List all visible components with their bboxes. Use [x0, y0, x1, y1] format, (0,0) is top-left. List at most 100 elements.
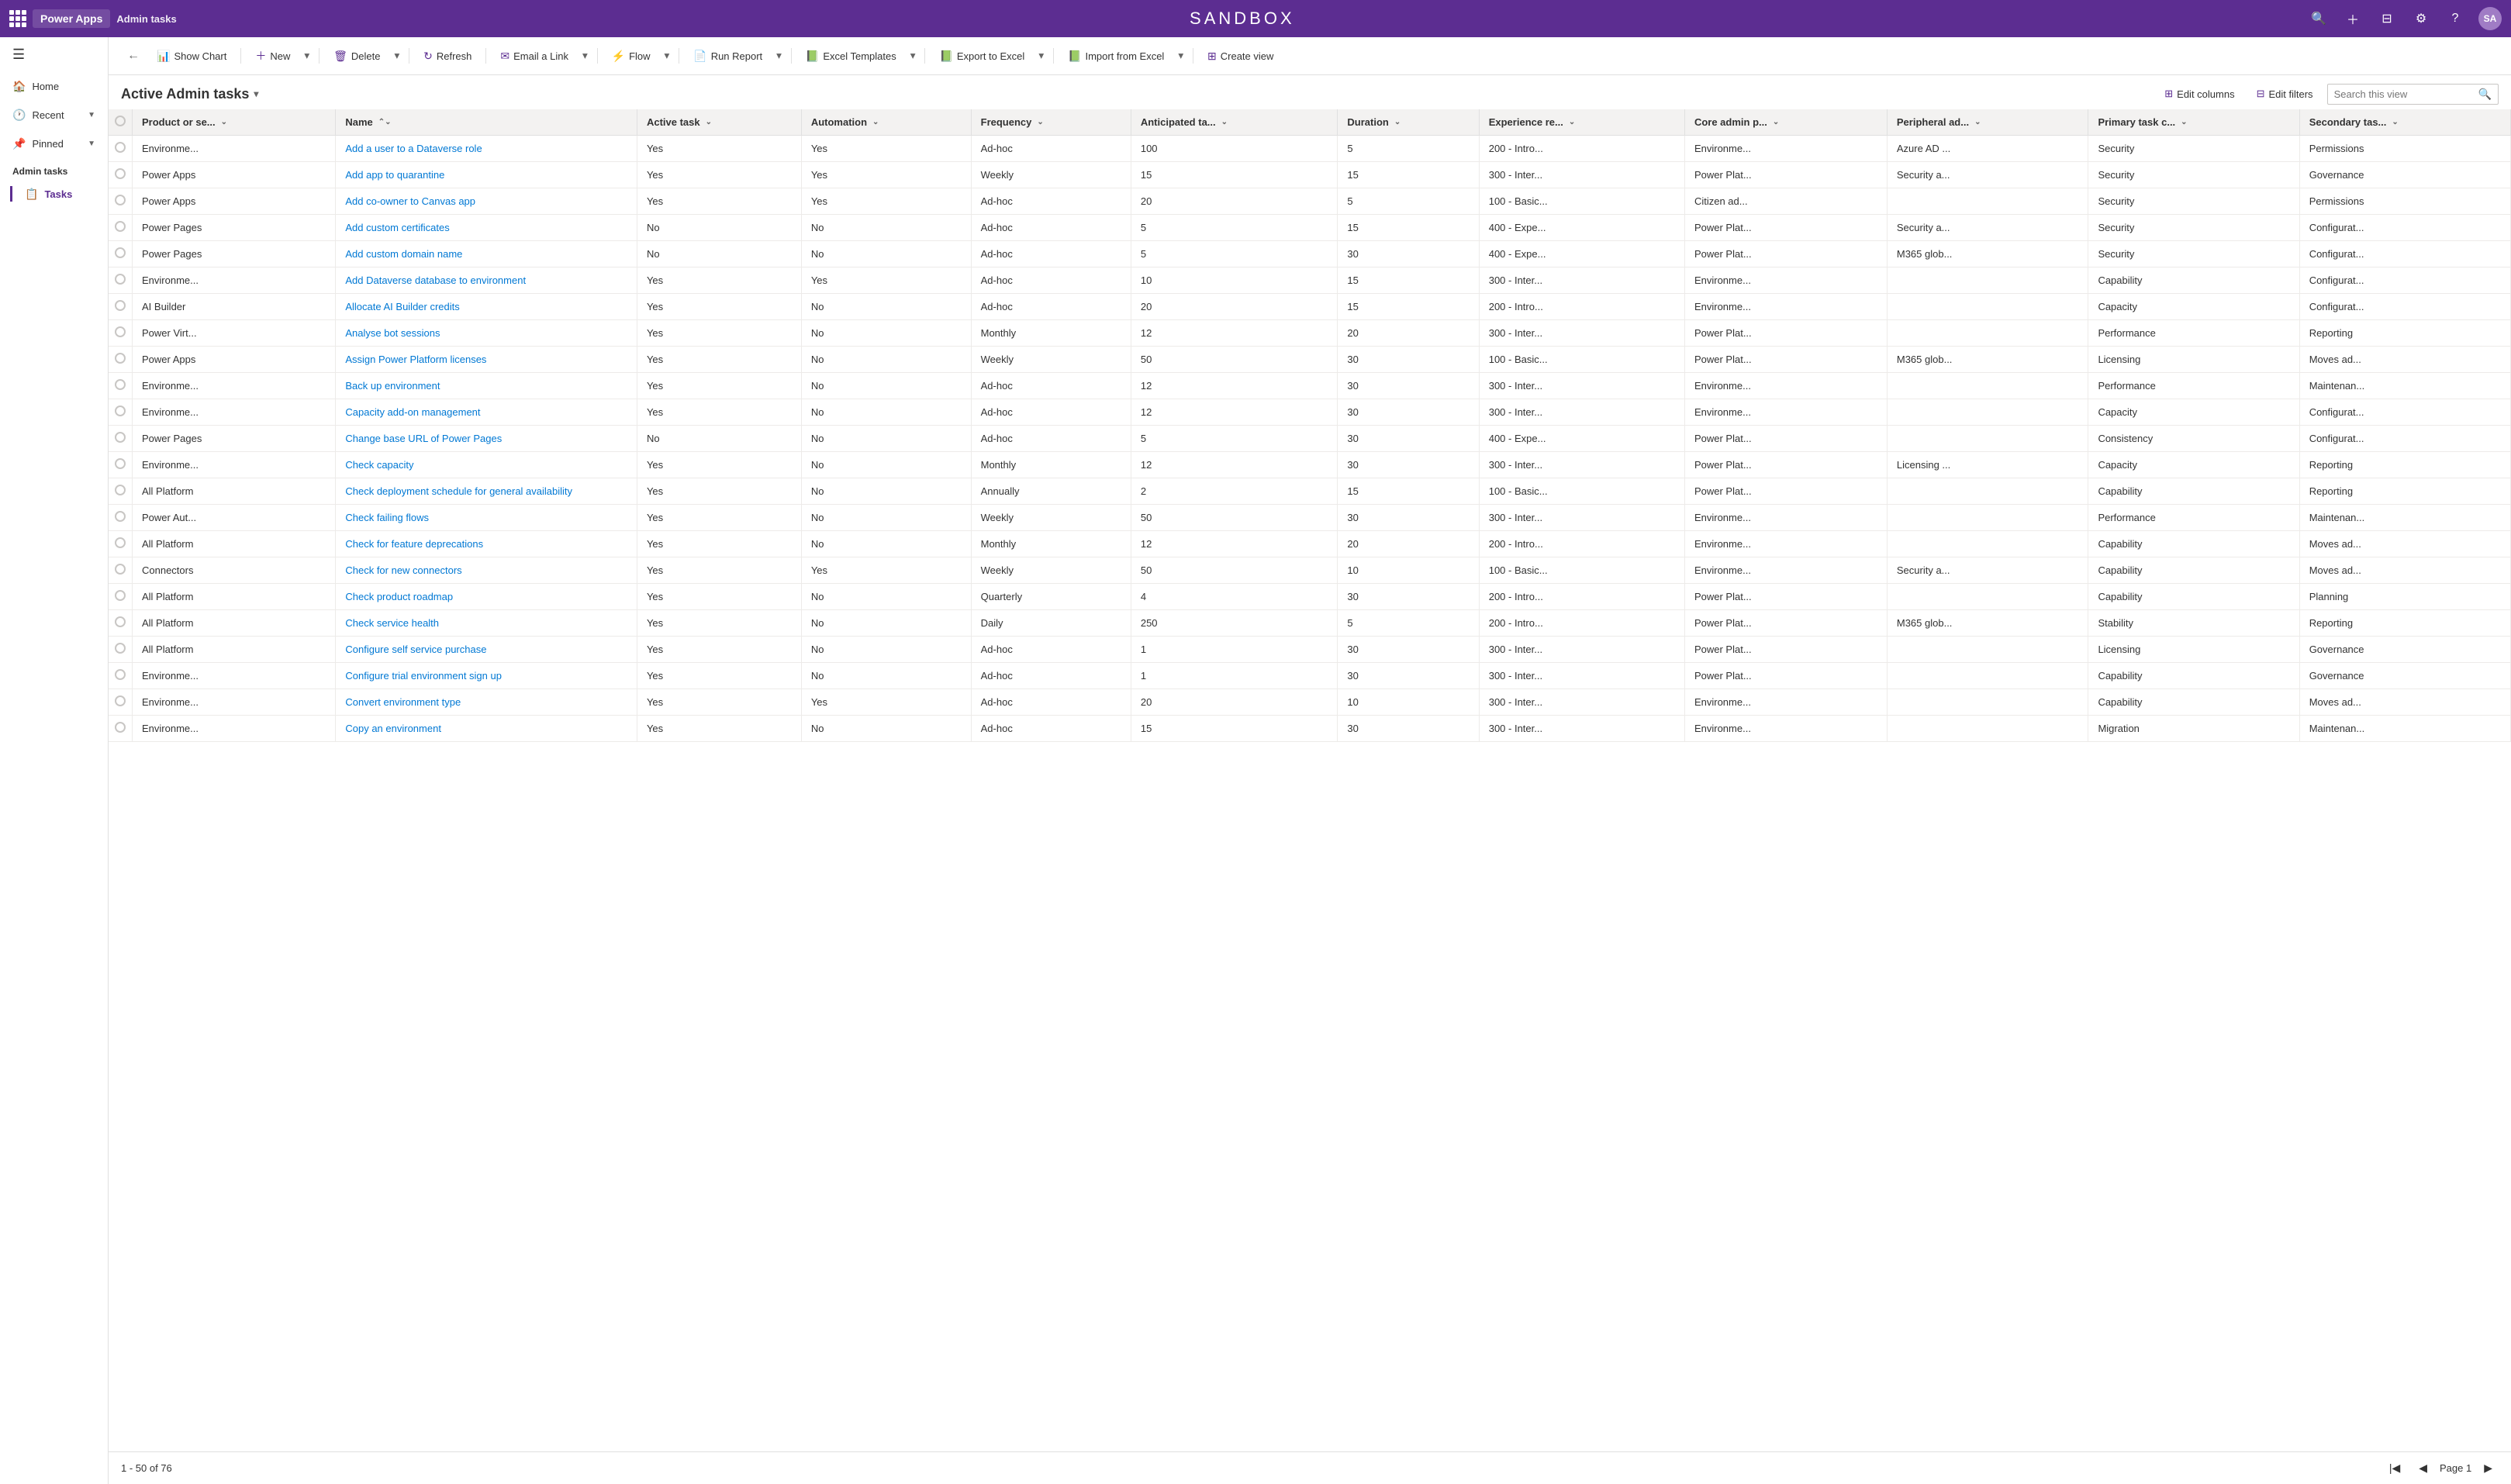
export-excel-dropdown[interactable]: ▾ — [1035, 45, 1047, 67]
delete-dropdown-button[interactable]: ▾ — [391, 45, 402, 67]
flow-button[interactable]: ⚡ Flow — [604, 45, 658, 67]
cell-peripheral — [1887, 294, 2088, 320]
filter-icon-btn[interactable]: ⊟ — [2376, 8, 2398, 29]
row-radio[interactable] — [115, 432, 126, 443]
cell-secondary-task: Reporting — [2299, 452, 2510, 478]
task-name-link[interactable]: Check failing flows — [345, 512, 429, 523]
task-name-link[interactable]: Check service health — [345, 617, 439, 629]
email-link-button[interactable]: ✉ Email a Link — [492, 45, 576, 67]
first-page-button[interactable]: |◀ — [2383, 1458, 2406, 1478]
task-name-link[interactable]: Allocate AI Builder credits — [345, 301, 459, 312]
row-radio[interactable] — [115, 379, 126, 390]
task-name-link[interactable]: Check deployment schedule for general av… — [345, 485, 572, 497]
row-radio[interactable] — [115, 353, 126, 364]
run-report-dropdown[interactable]: ▾ — [773, 45, 785, 67]
task-name-link[interactable]: Check for feature deprecations — [345, 538, 483, 550]
prev-page-button[interactable]: ◀ — [2413, 1458, 2433, 1478]
sidebar-item-home[interactable]: 🏠 Home — [0, 72, 108, 101]
sidebar-item-pinned[interactable]: 📌 Pinned ▼ — [0, 129, 108, 158]
refresh-button[interactable]: ↻ Refresh — [416, 45, 479, 67]
task-name-link[interactable]: Check for new connectors — [345, 564, 461, 576]
task-name-link[interactable]: Back up environment — [345, 380, 440, 392]
edit-columns-button[interactable]: ⊞ Edit columns — [2157, 83, 2242, 105]
row-radio[interactable] — [115, 590, 126, 601]
row-radio[interactable] — [115, 695, 126, 706]
settings-icon-btn[interactable]: ⚙ — [2410, 8, 2432, 29]
task-name-link[interactable]: Add a user to a Dataverse role — [345, 143, 482, 154]
cell-peripheral — [1887, 426, 2088, 452]
show-chart-button[interactable]: 📊 Show Chart — [149, 45, 234, 67]
sidebar-item-tasks[interactable]: 📋 Tasks — [0, 180, 108, 208]
select-all-radio[interactable] — [115, 116, 126, 126]
task-name-link[interactable]: Analyse bot sessions — [345, 327, 440, 339]
row-radio[interactable] — [115, 142, 126, 153]
user-avatar[interactable]: SA — [2478, 7, 2502, 30]
task-name-link[interactable]: Add app to quarantine — [345, 169, 444, 181]
cell-primary-task: Licensing — [2088, 637, 2299, 663]
row-radio[interactable] — [115, 326, 126, 337]
task-name-link[interactable]: Assign Power Platform licenses — [345, 354, 486, 365]
task-name-link[interactable]: Check capacity — [345, 459, 413, 471]
flow-dropdown-button[interactable]: ▾ — [661, 45, 673, 67]
cell-core-admin: Power Plat... — [1684, 663, 1887, 689]
cell-secondary-task: Reporting — [2299, 320, 2510, 347]
row-radio[interactable] — [115, 274, 126, 285]
excel-templates-dropdown[interactable]: ▾ — [907, 45, 919, 67]
new-dropdown-button[interactable]: ▾ — [301, 45, 313, 67]
back-button[interactable]: ← — [121, 44, 146, 67]
sidebar-item-recent[interactable]: 🕐 Recent ▼ — [0, 101, 108, 129]
cell-core-admin: Power Plat... — [1684, 610, 1887, 637]
email-link-dropdown[interactable]: ▾ — [579, 45, 591, 67]
row-radio[interactable] — [115, 616, 126, 627]
row-radio[interactable] — [115, 564, 126, 575]
export-to-excel-button[interactable]: 📗 Export to Excel — [931, 45, 1032, 67]
sort-icon-primary: ⌄ — [2181, 118, 2187, 126]
sidebar-toggle[interactable]: ☰ — [0, 37, 108, 72]
row-radio[interactable] — [115, 300, 126, 311]
next-page-button[interactable]: ▶ — [2478, 1458, 2499, 1478]
top-bar: Power Apps Admin tasks SANDBOX 🔍 ＋ ⊟ ⚙ ?… — [0, 0, 2511, 37]
cell-frequency: Ad-hoc — [971, 294, 1131, 320]
search-input[interactable] — [2334, 88, 2474, 100]
add-icon-btn[interactable]: ＋ — [2342, 8, 2364, 29]
help-icon-btn[interactable]: ? — [2444, 8, 2466, 29]
search-icon-btn[interactable]: 🔍 — [2308, 8, 2330, 29]
cell-anticipated: 12 — [1131, 399, 1338, 426]
task-name-link[interactable]: Convert environment type — [345, 696, 461, 708]
delete-button[interactable]: 🗑 Delete — [326, 45, 388, 67]
edit-filters-button[interactable]: ⊟ Edit filters — [2249, 83, 2321, 105]
row-radio[interactable] — [115, 168, 126, 179]
row-radio[interactable] — [115, 669, 126, 680]
view-title-dropdown[interactable]: ▾ — [254, 88, 258, 99]
row-radio[interactable] — [115, 722, 126, 733]
run-report-button[interactable]: 📄 Run Report — [686, 45, 770, 67]
task-name-link[interactable]: Add custom domain name — [345, 248, 462, 260]
task-name-link[interactable]: Check product roadmap — [345, 591, 453, 602]
create-view-button[interactable]: ⊞ Create view — [1200, 45, 1281, 67]
cell-duration: 30 — [1338, 399, 1479, 426]
task-name-link[interactable]: Add custom certificates — [345, 222, 449, 233]
task-name-link[interactable]: Copy an environment — [345, 723, 441, 734]
cell-name: Add a user to a Dataverse role — [336, 136, 637, 162]
row-radio[interactable] — [115, 485, 126, 495]
task-name-link[interactable]: Configure trial environment sign up — [345, 670, 502, 682]
row-radio[interactable] — [115, 511, 126, 522]
excel-templates-button[interactable]: 📗 Excel Templates — [798, 45, 904, 67]
new-button[interactable]: ＋ New — [247, 43, 298, 68]
cell-primary-task: Capability — [2088, 267, 2299, 294]
task-name-link[interactable]: Configure self service purchase — [345, 644, 486, 655]
row-radio[interactable] — [115, 458, 126, 469]
import-from-excel-button[interactable]: 📗 Import from Excel — [1060, 45, 1172, 67]
row-radio[interactable] — [115, 643, 126, 654]
row-radio[interactable] — [115, 221, 126, 232]
row-radio[interactable] — [115, 247, 126, 258]
task-name-link[interactable]: Add Dataverse database to environment — [345, 274, 526, 286]
task-name-link[interactable]: Add co-owner to Canvas app — [345, 195, 475, 207]
task-name-link[interactable]: Change base URL of Power Pages — [345, 433, 502, 444]
cell-name: Check for new connectors — [336, 557, 637, 584]
task-name-link[interactable]: Capacity add-on management — [345, 406, 480, 418]
import-excel-dropdown[interactable]: ▾ — [1175, 45, 1186, 67]
row-radio[interactable] — [115, 195, 126, 205]
row-radio[interactable] — [115, 406, 126, 416]
row-radio[interactable] — [115, 537, 126, 548]
